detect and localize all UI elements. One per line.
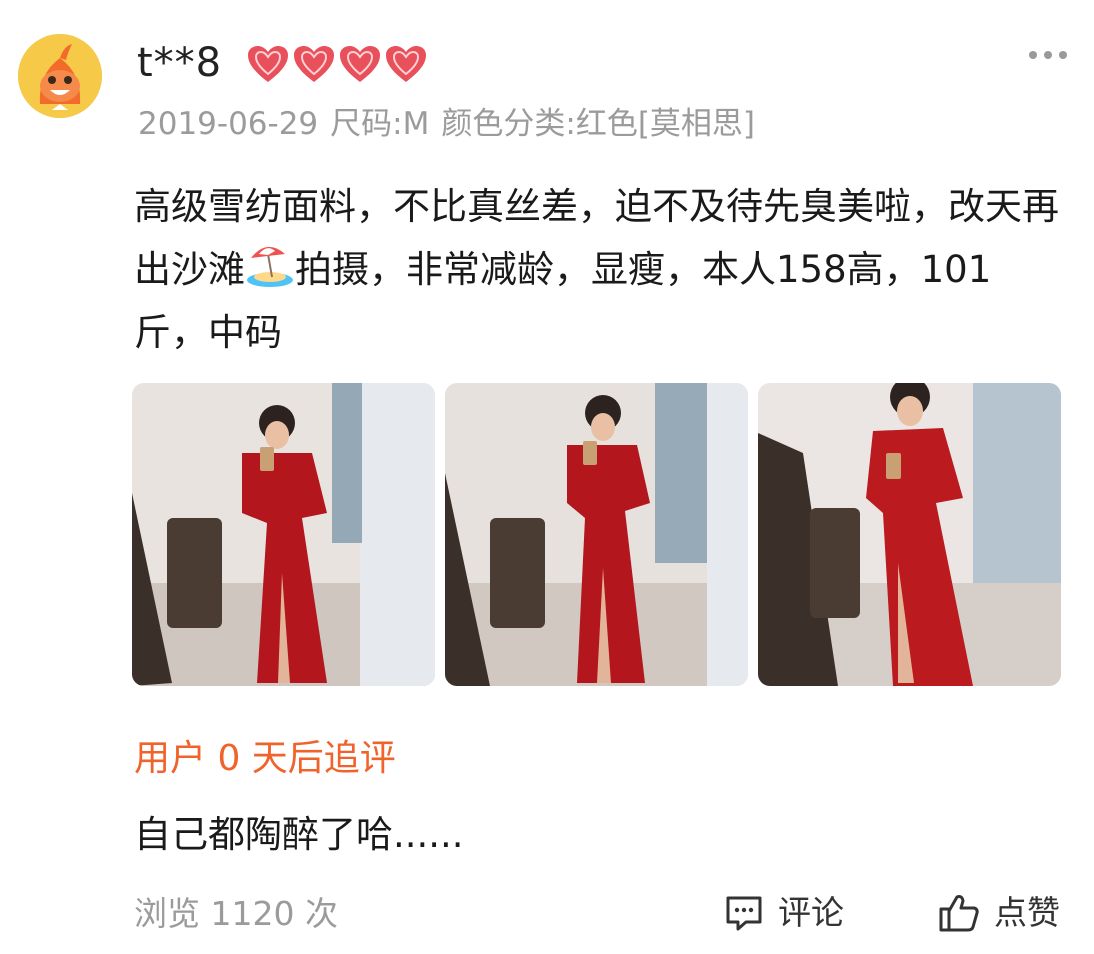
like-button[interactable]: 点赞: [938, 888, 1060, 938]
heart-icon: [294, 46, 334, 82]
review-text: 高级雪纺面料，不比真丝差，迫不及待先臭美啦，改天再出沙滩 拍摄，非常减龄，显瘦，…: [134, 175, 1064, 364]
review-photo[interactable]: [132, 383, 435, 686]
username[interactable]: t**8: [137, 36, 222, 90]
heart-icon: [248, 46, 288, 82]
review-photos: [132, 383, 1061, 686]
user-level-badges: [246, 44, 428, 84]
user-avatar[interactable]: [18, 34, 102, 118]
beach-umbrella-icon: [247, 246, 293, 287]
review-color-category: 颜色分类:红色[莫相思]: [441, 106, 756, 142]
heart-icon: [340, 46, 380, 82]
review-photo[interactable]: [758, 383, 1061, 686]
review-meta: 2019-06-29 尺码:M 颜色分类:红色[莫相思]: [138, 102, 755, 146]
review-photo[interactable]: [445, 383, 748, 686]
like-label: 点赞: [994, 893, 1060, 932]
heart-icon: [386, 46, 426, 82]
followup-text: 自己都陶醉了哈......: [134, 813, 464, 856]
review-date: 2019-06-29: [138, 106, 319, 142]
more-options-icon[interactable]: [1029, 46, 1067, 64]
thumbs-up-icon: [939, 895, 979, 932]
review-size: 尺码:M: [330, 106, 430, 142]
mascot-avatar-icon: [18, 34, 102, 118]
comment-icon: [726, 896, 762, 931]
comment-button[interactable]: 评论: [724, 888, 844, 938]
view-count: 浏览 1120 次: [134, 894, 338, 933]
comment-label: 评论: [778, 893, 844, 932]
followup-label: 用户 0 天后追评: [134, 738, 396, 779]
